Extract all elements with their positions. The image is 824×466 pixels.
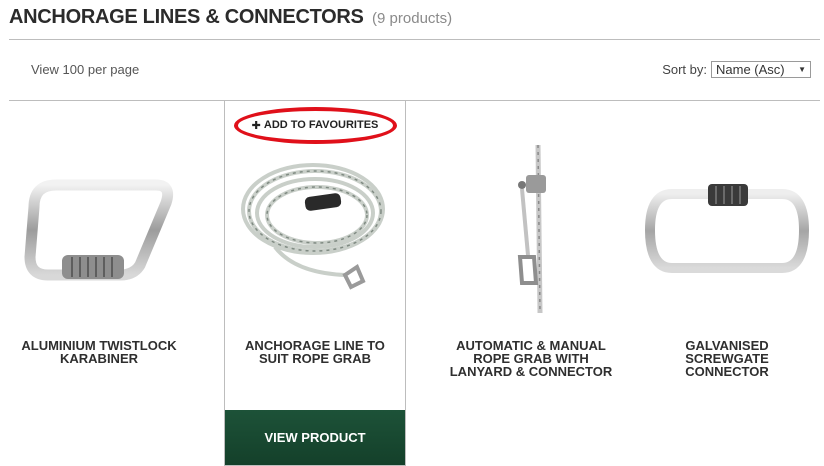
product-card[interactable]: ALUMINIUM TWISTLOCK KARABINER xyxy=(8,101,190,466)
sort-label: Sort by: xyxy=(662,62,707,77)
product-card[interactable]: AUTOMATIC & MANUAL ROPE GRAB WITH LANYAR… xyxy=(440,101,622,466)
karabiner-image[interactable] xyxy=(8,145,190,315)
per-page-link[interactable]: View 100 per page xyxy=(31,62,139,77)
product-name[interactable]: AUTOMATIC & MANUAL ROPE GRAB WITH LANYAR… xyxy=(440,339,622,378)
divider xyxy=(9,39,820,40)
sort-select[interactable]: Name (Asc) ▼ xyxy=(711,61,811,78)
sort-control: Sort by: Name (Asc) ▼ xyxy=(662,61,811,78)
rope-grab-image[interactable] xyxy=(440,145,622,315)
add-to-favourites-button[interactable]: ✚ ADD TO FAVOURITES xyxy=(241,111,389,139)
coiled-rope-image[interactable] xyxy=(225,145,405,315)
product-name[interactable]: ALUMINIUM TWISTLOCK KARABINER xyxy=(8,339,190,365)
product-count: (9 products) xyxy=(372,10,453,27)
product-grid: ALUMINIUM TWISTLOCK KARABINER ✚ ADD TO F… xyxy=(0,101,824,466)
page-title: ANCHORAGE LINES & CONNECTORS (9 products… xyxy=(9,6,452,29)
screwgate-image[interactable] xyxy=(636,145,818,315)
product-listing-page: ANCHORAGE LINES & CONNECTORS (9 products… xyxy=(0,0,824,466)
product-name[interactable]: ANCHORAGE LINE TO SUIT ROPE GRAB xyxy=(225,339,405,365)
product-name[interactable]: GALVANISED SCREWGATE CONNECTOR xyxy=(636,339,818,378)
add-to-favourites-label: ADD TO FAVOURITES xyxy=(263,119,379,131)
plus-icon: ✚ xyxy=(251,119,264,132)
product-card[interactable]: GALVANISED SCREWGATE CONNECTOR xyxy=(636,101,818,466)
chevron-down-icon: ▼ xyxy=(798,65,806,74)
sort-value: Name (Asc) xyxy=(716,62,785,77)
view-product-button[interactable]: VIEW PRODUCT xyxy=(225,410,405,465)
category-title: ANCHORAGE LINES & CONNECTORS xyxy=(9,6,364,28)
product-card[interactable]: ✚ ADD TO FAVOURITES ANCHORAGE LINE TO SU… xyxy=(224,101,406,466)
